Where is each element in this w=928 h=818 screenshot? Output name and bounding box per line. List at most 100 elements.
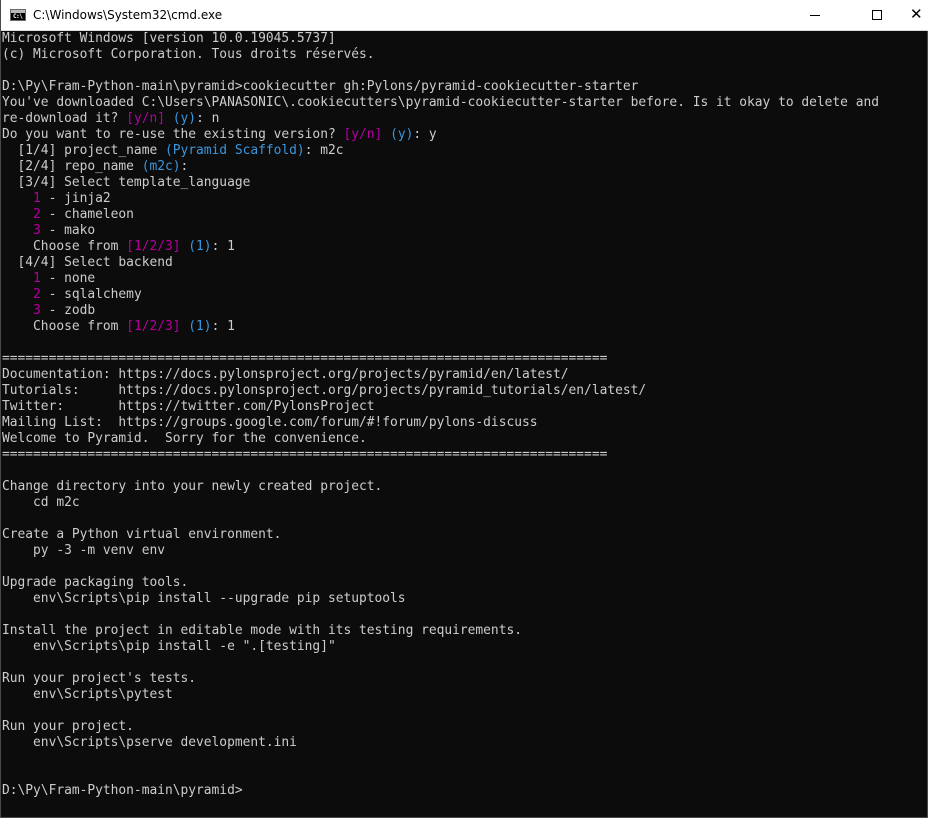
- console-text: ========================================…: [2, 447, 608, 462]
- console-line: re-download it? [y/n] (y): n: [2, 111, 928, 127]
- console-text: : y: [413, 127, 437, 142]
- console-line: 2 - sqlalchemy: [2, 287, 928, 303]
- console-text: py -3 -m venv env: [2, 543, 165, 558]
- console-line: Microsoft Windows [version 10.0.19045.57…: [2, 31, 928, 47]
- console-line: (c) Microsoft Corporation. Tous droits r…: [2, 47, 928, 63]
- console-text: Do you want to re-use the existing versi…: [2, 127, 344, 142]
- console-text: - none: [40, 271, 96, 286]
- console-text-magenta: [1/2/3]: [126, 319, 181, 334]
- console-line: [3/4] Select template_language: [2, 175, 928, 191]
- console-line: env\Scripts\pip install -e ".[testing]": [2, 639, 928, 655]
- console-text: Change directory into your newly created…: [2, 479, 383, 494]
- console-line: 3 - mako: [2, 223, 928, 239]
- console-text-cyan: (Pyramid Scaffold): [164, 143, 305, 158]
- console-line: Run your project.: [2, 719, 928, 735]
- cmd-window: C:\ C:\Windows\System32\cmd.exe ✕ Micros…: [0, 0, 928, 818]
- console-text: : 1: [211, 239, 235, 254]
- console-line: 1 - none: [2, 271, 928, 287]
- console-text: Microsoft Windows [version 10.0.19045.57…: [2, 31, 336, 46]
- console-text: - zodb: [40, 303, 96, 318]
- console-text-magenta: 3: [33, 303, 41, 318]
- console-text: Run your project.: [2, 719, 134, 734]
- console-line: 2 - chameleon: [2, 207, 928, 223]
- minimize-icon: [810, 15, 820, 16]
- console-text-magenta: 1: [33, 271, 41, 286]
- console-line: Upgrade packaging tools.: [2, 575, 928, 591]
- console-line: ========================================…: [2, 351, 928, 367]
- console-text-cyan: (1): [188, 239, 212, 254]
- console-line: Choose from [1/2/3] (1): 1: [2, 239, 928, 255]
- console-line: Documentation: https://docs.pylonsprojec…: [2, 367, 928, 383]
- console-text: Create a Python virtual environment.: [2, 527, 282, 542]
- window-title: C:\Windows\System32\cmd.exe: [33, 8, 223, 22]
- console-line: [4/4] Select backend: [2, 255, 928, 271]
- console-text: Upgrade packaging tools.: [2, 575, 189, 590]
- console-line: Tutorials: https://docs.pylonsproject.or…: [2, 383, 928, 399]
- close-button[interactable]: ✕: [900, 0, 928, 30]
- console-text-magenta: [y/n]: [126, 111, 165, 126]
- title-bar[interactable]: C:\ C:\Windows\System32\cmd.exe ✕: [1, 0, 928, 31]
- maximize-icon: [872, 10, 882, 20]
- console-text: - chameleon: [40, 207, 134, 222]
- console-text-magenta: 2: [33, 207, 41, 222]
- console-text: Tutorials: https://docs.pylonsproject.or…: [2, 383, 647, 398]
- console-line: 1 - jinja2: [2, 191, 928, 207]
- console-text: env\Scripts\pip install -e ".[testing]": [2, 639, 336, 654]
- console-line: 3 - zodb: [2, 303, 928, 319]
- minimize-button[interactable]: [792, 0, 838, 30]
- console-line: env\Scripts\pip install --upgrade pip se…: [2, 591, 928, 607]
- console-text: [3/4] Select template_language: [2, 175, 251, 190]
- console-line: ========================================…: [2, 447, 928, 463]
- console-text: :: [180, 159, 189, 174]
- console-text: - sqlalchemy: [40, 287, 142, 302]
- console-text: Install the project in editable mode wit…: [2, 623, 522, 638]
- console-line: env\Scripts\pytest: [2, 687, 928, 703]
- console-text: env\Scripts\pytest: [2, 687, 173, 702]
- maximize-button[interactable]: [854, 0, 900, 30]
- console-text: Twitter: https://twitter.com/PylonsProje…: [2, 399, 375, 414]
- console-line: Mailing List: https://groups.google.com/…: [2, 415, 928, 431]
- console-text: [4/4] Select backend: [2, 255, 173, 270]
- console-line: D:\Py\Fram-Python-main\pyramid>: [2, 783, 928, 799]
- console-text-cyan: (m2c): [141, 159, 181, 174]
- console-text: : 1: [211, 319, 235, 334]
- console-text: env\Scripts\pip install --upgrade pip se…: [2, 591, 406, 606]
- console-line: cd m2c: [2, 495, 928, 511]
- cmd-icon[interactable]: C:\: [10, 9, 26, 21]
- console-text-magenta: [y/n]: [343, 127, 383, 142]
- console-line: Run your project's tests.: [2, 671, 928, 687]
- console-line: You've downloaded C:\Users\PANASONIC\.co…: [2, 95, 928, 111]
- console-text: : m2c: [304, 143, 344, 158]
- console-text: (c) Microsoft Corporation. Tous droits r…: [2, 47, 375, 62]
- console-text: : n: [196, 111, 220, 126]
- console-line: Choose from [1/2/3] (1): 1: [2, 319, 928, 335]
- console-text-cyan: (y): [172, 111, 197, 126]
- console-text: D:\Py\Fram-Python-main\pyramid>: [2, 783, 243, 798]
- console-text-magenta: 1: [33, 191, 41, 206]
- console-text-cyan: (y): [390, 127, 414, 142]
- console-text-magenta: 3: [33, 223, 41, 238]
- console-text: - jinja2: [40, 191, 111, 206]
- console-line: env\Scripts\pserve development.ini: [2, 735, 928, 751]
- console-text: Mailing List: https://groups.google.com/…: [2, 415, 538, 430]
- console-text: [2/4] repo_name: [2, 159, 142, 174]
- console-output[interactable]: Microsoft Windows [version 10.0.19045.57…: [2, 31, 928, 817]
- console-text-cyan: (1): [188, 319, 212, 334]
- console-text: - mako: [40, 223, 96, 238]
- console-text-magenta: 2: [33, 287, 41, 302]
- console-text: Choose from: [2, 319, 127, 334]
